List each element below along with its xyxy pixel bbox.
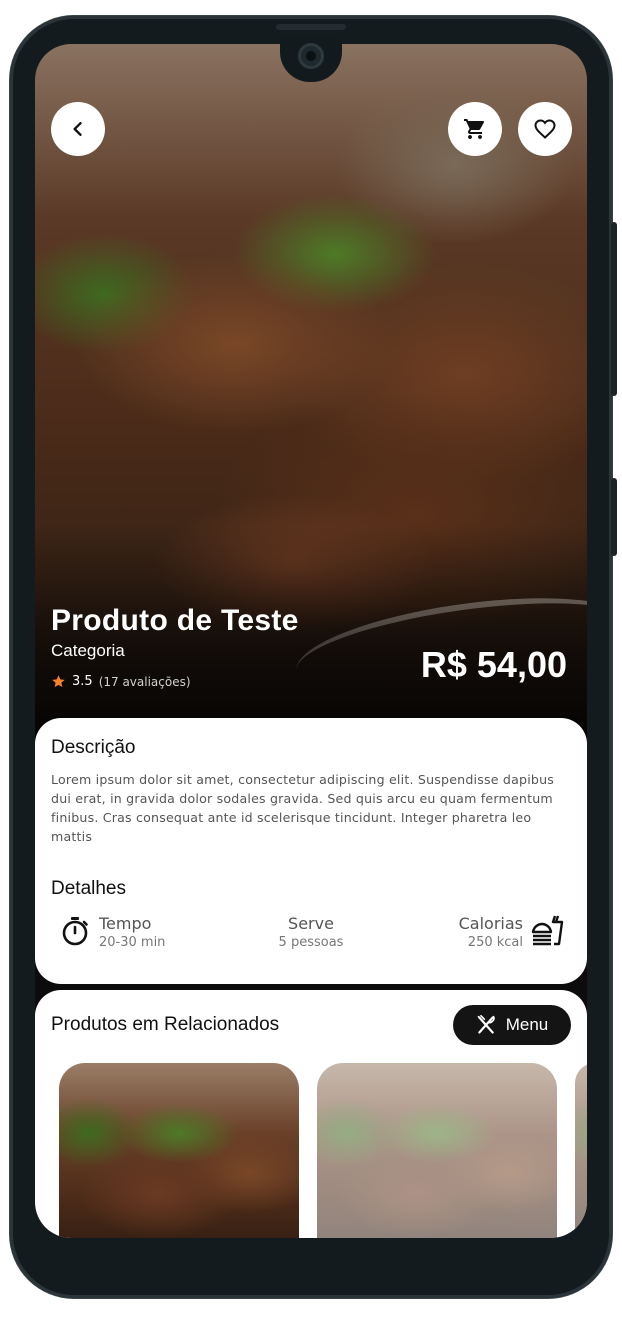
related-product-card[interactable] bbox=[575, 1063, 587, 1238]
menu-button[interactable]: Menu bbox=[453, 1005, 571, 1045]
speaker-grille bbox=[276, 24, 346, 30]
back-button[interactable] bbox=[51, 102, 105, 156]
product-title: Produto de Teste bbox=[51, 604, 299, 637]
related-product-card[interactable] bbox=[317, 1063, 557, 1238]
description-card: Descrição Lorem ipsum dolor sit amet, co… bbox=[35, 718, 587, 984]
product-category: Categoria bbox=[51, 641, 125, 660]
fastfood-icon bbox=[531, 915, 564, 946]
rating-reviews: (17 avaliações) bbox=[98, 674, 191, 689]
front-camera bbox=[298, 43, 324, 69]
cart-icon bbox=[464, 119, 485, 139]
chevron-left-icon bbox=[73, 122, 82, 136]
detail-calories-label: Calorias bbox=[458, 914, 523, 933]
favorite-button[interactable] bbox=[518, 102, 572, 156]
description-heading: Descrição bbox=[51, 737, 136, 758]
product-hero-image bbox=[35, 44, 587, 764]
detail-calories-value: 250 kcal bbox=[467, 935, 523, 950]
related-product-card[interactable] bbox=[59, 1063, 299, 1238]
volume-button bbox=[611, 222, 617, 396]
details-heading: Detalhes bbox=[51, 878, 126, 899]
rating-score: 3.5 bbox=[72, 674, 93, 689]
power-button bbox=[611, 478, 617, 556]
product-rating: 3.5 (17 avaliações) bbox=[51, 674, 191, 689]
cart-button[interactable] bbox=[448, 102, 502, 156]
heart-outline-icon bbox=[534, 119, 556, 139]
detail-calories: Calorias 250 kcal bbox=[459, 914, 523, 950]
fork-knife-icon bbox=[477, 1015, 495, 1034]
related-heading: Produtos em Relacionados bbox=[51, 1014, 280, 1035]
related-products-card: Produtos em Relacionados Menu bbox=[35, 990, 587, 1238]
app-screen: Produto de Teste Categoria 3.5 (17 avali… bbox=[35, 44, 587, 1238]
star-icon bbox=[52, 675, 65, 688]
menu-button-label: Menu bbox=[505, 1015, 549, 1034]
product-price: R$ 54,00 bbox=[420, 644, 567, 685]
description-text: Lorem ipsum dolor sit amet, consectetur … bbox=[51, 772, 555, 844]
